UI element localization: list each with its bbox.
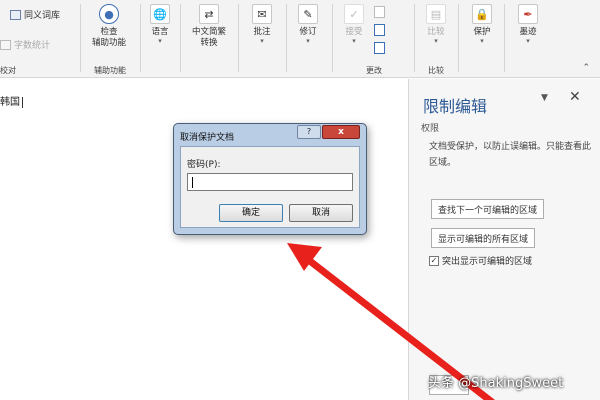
watermark: 头条 @ShakingSweet — [428, 376, 564, 391]
annotation-arrow — [287, 243, 495, 400]
